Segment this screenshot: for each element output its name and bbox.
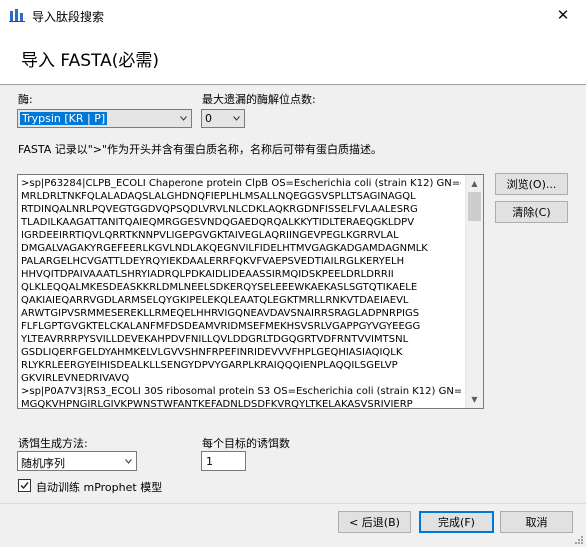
title-bar: 导入肽段搜索 ✕ [0, 0, 586, 30]
fasta-line: DMGALVAGAKYRGEFEERLKGVLNDLAKQEGNVILFIDEL… [21, 243, 428, 254]
chevron-down-icon [233, 116, 240, 121]
fasta-line: RTDINQALNRLPQVEGTGGDVQPSQDLVRVLNLCDKLAQK… [21, 204, 418, 215]
app-icon [9, 9, 25, 22]
browse-button[interactable]: 浏览(O)... [495, 173, 568, 195]
enzyme-selected-value: Trypsin [KR | P] [20, 112, 108, 125]
decoy-method-label: 诱饵生成方法: [18, 437, 88, 450]
fasta-line: GKVIRLEVNEDRIVAVQ [21, 373, 130, 384]
fasta-line: QAKIAIEQARRVGDLARMSELQYGKIPELEKQLEAATQLE… [21, 295, 409, 306]
decoy-method-value: 随机序列 [21, 457, 65, 470]
fasta-textbox[interactable]: >sp|P63284|CLPB_ECOLI Chaperone protein … [17, 174, 484, 409]
chevron-down-icon [180, 116, 187, 121]
clear-button[interactable]: 清除(C) [495, 201, 568, 223]
fasta-line: HHVQITDPAIVAAATLSHRYIADRQLPDKAIDLIDEAASS… [21, 269, 394, 280]
fasta-line: QLKLEQQALMKESDEASKKRLDMLNEELSDKERQYSELEE… [21, 282, 418, 293]
finish-button[interactable]: 完成(F) [419, 511, 494, 533]
scroll-up-icon[interactable]: ▲ [466, 175, 483, 192]
fasta-line: MGQKVHPNGIRLGIVKPWNSTWFANTKEFADNLDSDFKVR… [21, 399, 413, 409]
cancel-button[interactable]: 取消 [500, 511, 573, 533]
close-button[interactable]: ✕ [540, 0, 586, 30]
enzyme-select[interactable]: Trypsin [KR | P] [17, 109, 192, 128]
fasta-line: ARWTGIPVSRMMESEREKLLRMEQELHHRVIGQNEAVDAV… [21, 308, 420, 319]
fasta-line: IGRDEEIRRTIQVLQRRTKNNPVLIGEPGVGKTAIVEGLA… [21, 230, 399, 241]
fasta-line: PALARGELHCVGATTLDEYRQYIEKDAALERRFQKVFVAE… [21, 256, 405, 267]
fasta-line: YLTEAVRRRPYSVILLDEVEKAHPDVFNILLQVLDDGRLT… [21, 334, 409, 345]
mprophet-checkbox[interactable] [18, 479, 31, 492]
checkmark-icon [20, 482, 29, 490]
resize-grip-icon[interactable] [574, 535, 584, 545]
fasta-line: FLFLGPTGVGKTELCKALANFMFDSDEAMVRIDMSEFMEK… [21, 321, 421, 332]
fasta-instruction: FASTA 记录以">"作为开头并含有蛋白质名称，名称后可带有蛋白质描述。 [18, 143, 383, 156]
fasta-line: MRLDRLTNKFQLALADAQSLALGHDNQFIEPLHLMSALLN… [21, 191, 416, 202]
fasta-line: >sp|P0A7V3|RS3_ECOLI 30S ribosomal prote… [21, 386, 461, 397]
vertical-scrollbar[interactable]: ▲ ▼ [465, 175, 483, 408]
close-icon: ✕ [556, 6, 570, 24]
enzyme-label: 酶: [18, 93, 33, 106]
fasta-content: >sp|P63284|CLPB_ECOLI Chaperone protein … [21, 177, 461, 409]
fasta-line: >sp|P63284|CLPB_ECOLI Chaperone protein … [21, 178, 461, 189]
page-title: 导入 FASTA(必需) [21, 51, 160, 71]
footer-divider [0, 503, 586, 504]
chevron-down-icon [125, 459, 132, 464]
mprophet-label: 自动训练 mProphet 模型 [36, 481, 163, 494]
wizard-header: 导入 FASTA(必需) [0, 30, 586, 85]
scroll-thumb[interactable] [468, 192, 481, 221]
fasta-line: TLADILKAAGATTANITQAIEQMRGGESVNDQGAEDQRQA… [21, 217, 415, 228]
fasta-line: GSDLIQERFGELDYAHMKELVLGVVSHNFRPEFINRIDEV… [21, 347, 403, 358]
missed-cleavages-select[interactable]: 0 [201, 109, 245, 128]
fasta-line: RLYKRLEERGYEIHISDEALKLLSENGYDPVYGARPLKRA… [21, 360, 398, 371]
decoy-method-select[interactable]: 随机序列 [17, 451, 137, 471]
decoys-per-target-input[interactable]: 1 [201, 451, 246, 471]
window-title: 导入肽段搜索 [32, 10, 105, 24]
back-button[interactable]: < 后退(B) [338, 511, 411, 533]
decoys-per-target-label: 每个目标的诱饵数 [202, 437, 290, 450]
scroll-down-icon[interactable]: ▼ [466, 391, 483, 408]
missed-cleavages-value: 0 [205, 112, 212, 125]
missed-cleavages-label: 最大遗漏的酶解位点数: [202, 93, 316, 106]
decoys-per-target-value: 1 [206, 455, 213, 468]
